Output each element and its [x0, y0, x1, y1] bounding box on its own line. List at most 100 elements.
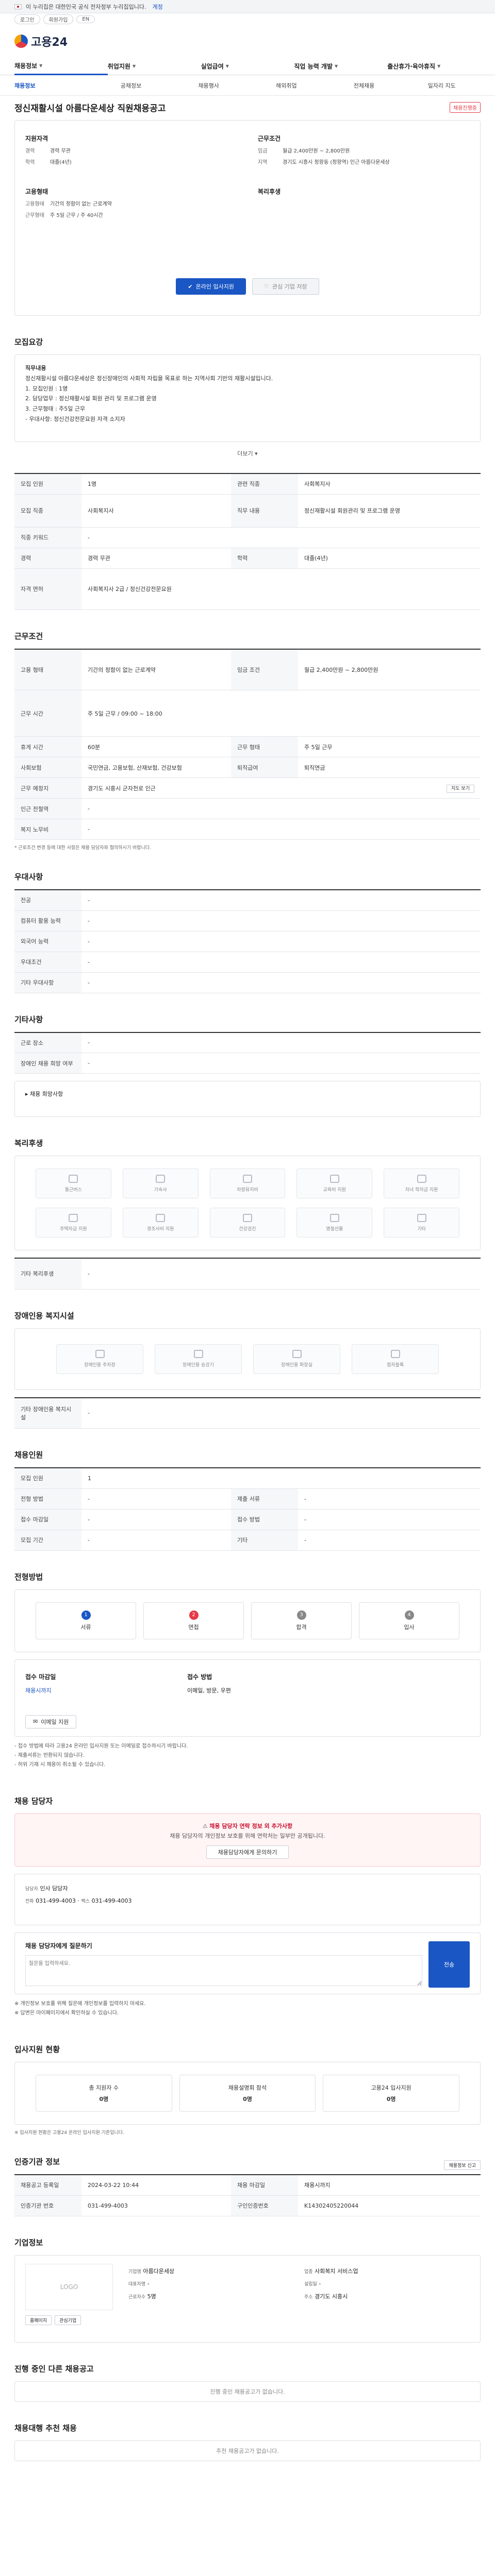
table-row: 인증기관 번호 031-499-4003 구인인증번호 K14302405220044 — [14, 2195, 481, 2216]
table-value: 주 5일 근무 / 09:00 ~ 18:00 — [81, 690, 481, 737]
summary-key: 학력 — [25, 160, 35, 165]
table-value: 경력 무관 — [81, 548, 231, 569]
site-logo[interactable]: 고용24 — [14, 33, 68, 49]
gnb-item-training[interactable]: 직업 능력 개발 ▼ — [294, 58, 387, 75]
button-label: 채용담당자에게 문의하기 — [218, 1849, 277, 1856]
summary-key: 경력 — [25, 148, 35, 154]
gnb-item-support[interactable]: 취업지원 ▼ — [108, 58, 201, 75]
table-value: - — [81, 527, 481, 548]
table-key: 인근 전철역 — [14, 798, 81, 819]
save-interest-button[interactable]: ♡ 관심 기업 저장 — [252, 278, 319, 295]
steps-section: 전형방법 1 서류 2 면접 3 합격 4 입사 접수 마감일 채용시까지 ✉ 이메일 지… — [0, 1571, 495, 1775]
welfare-item: 기타 — [384, 1208, 459, 1238]
parking-icon — [95, 1350, 105, 1358]
stat-item: 채용설명회 참석 0명 — [179, 2075, 316, 2112]
disability-item: 장애인용 주차장 — [56, 1344, 143, 1374]
gnb-item-jobs[interactable]: 채용정보 ▼ — [14, 58, 108, 75]
section-heading: 근무조건 — [14, 631, 43, 641]
table-row: 외국어 능력 - — [14, 931, 481, 952]
subnav-item[interactable]: 전체채용 — [325, 81, 403, 90]
welfare-label: 차량유지비 — [237, 1187, 258, 1193]
recruit-section: 채용인원 모집 인원 1 전형 방법 - 제출 서류 - 접수 마감일 - 접수 방법 - 모… — [0, 1449, 495, 1551]
gnb-label: 취업지원 — [107, 63, 130, 70]
company-box: LOGO 홈페이지 관심기업 기업명 아름다운세상 업종 사회복지 서비스업 대… — [14, 2255, 481, 2343]
duty-line: 3. 근무형태 : 주5일 근무 — [25, 405, 86, 413]
company-value: 아름다운세상 — [143, 2267, 175, 2275]
table-value: - — [81, 1397, 481, 1429]
stat-value: 0명 — [99, 2096, 109, 2103]
site-header: 고용24 — [0, 25, 495, 58]
table-row: 접수 마감일 - 접수 방법 - — [14, 1509, 481, 1530]
stat-item: 총 지원자 수 0명 — [36, 2075, 172, 2112]
table-value: - — [81, 890, 481, 911]
chevron-down-icon: ▼ — [132, 64, 136, 69]
table-value: 월급 2,400만원 ~ 2,800만원 — [298, 649, 481, 690]
table-key: 휴게 시간 — [14, 736, 81, 757]
heart-icon: ♡ — [263, 283, 269, 290]
table-value: - — [298, 1530, 481, 1551]
contact-inquiry-button[interactable]: 채용담당자에게 문의하기 — [206, 1845, 289, 1859]
logo-mark-icon — [14, 35, 28, 48]
homepage-button[interactable]: 홈페이지 — [25, 2315, 52, 2325]
favorite-company-button[interactable]: 관심기업 — [55, 2315, 81, 2325]
company-value: 사회복지 서비스업 — [315, 2267, 358, 2275]
sub-nav: 채용정보 공채정보 채용행사 해외취업 전체채용 일자리 지도 — [0, 75, 495, 96]
welfare-item: 건강검진 — [209, 1208, 286, 1238]
welfare-other-table: 기타 복리후생 - — [14, 1258, 481, 1290]
table-key: 컴퓨터 활용 능력 — [14, 910, 81, 931]
lang-link[interactable]: EN — [76, 15, 95, 23]
table-value: - — [81, 1488, 231, 1510]
gnb-item-benefit[interactable]: 실업급여 ▼ — [201, 58, 294, 75]
elevator-icon — [193, 1350, 203, 1358]
summary-value: 기간의 정함이 없는 근로계약 — [50, 201, 112, 207]
table-key: 모집 인원 — [14, 473, 81, 495]
question-input[interactable] — [25, 1955, 422, 1987]
etc-table: 근로 장소 - 장애인 채용 희망 여부 - — [14, 1031, 481, 1074]
login-link[interactable]: 로그인 — [14, 14, 40, 24]
gnb-item-leave[interactable]: 출산휴가·육아휴직 ▼ — [387, 58, 481, 75]
join-link[interactable]: 회원가입 — [43, 14, 74, 24]
step-item: 3 합격 — [251, 1602, 352, 1639]
table-value: - — [81, 952, 481, 973]
subnav-item[interactable]: 채용행사 — [170, 81, 248, 90]
email-apply-button[interactable]: ✉ 이메일 지원 — [25, 1715, 77, 1728]
braille-icon — [390, 1350, 400, 1358]
send-button[interactable]: 전송 — [428, 1941, 470, 1988]
welfare-label: 경조사비 지원 — [146, 1226, 174, 1232]
subnav-item[interactable]: 일자리 지도 — [403, 81, 481, 90]
summary-value: 월급 2,400만원 ~ 2,800만원 — [283, 148, 350, 154]
subnav-item[interactable]: 해외취업 — [248, 81, 325, 90]
apply-deadline: 채용시까지 — [25, 1687, 52, 1694]
table-row: 채용공고 등록일 2024-03-22 10:44 채용 마감일 채용시까지 — [14, 2175, 481, 2196]
stat-label: 채용설명회 참석 — [228, 2084, 267, 2092]
section-heading: 채용 담당자 — [14, 1796, 53, 1806]
map-button[interactable]: 지도 보기 — [447, 785, 474, 793]
table-key: 자격 면허 — [14, 568, 81, 610]
stat-label: 고용24 입사지원 — [371, 2084, 411, 2092]
table-key: 접수 방법 — [231, 1509, 298, 1530]
table-row: 모집 인원 1명 관련 직종 사회복지사 — [14, 473, 481, 495]
subnav-item[interactable]: 채용정보 — [14, 81, 92, 90]
step-label: 서류 — [80, 1623, 91, 1631]
section-heading: 기업정보 — [14, 2238, 43, 2247]
table-key: 임금 조건 — [231, 649, 298, 690]
util-bar: 로그인 회원가입 EN — [0, 13, 495, 25]
report-button[interactable]: 채용정보 신고 — [444, 2160, 481, 2171]
welfare-item: 명절선물 — [296, 1208, 373, 1238]
subnav-item[interactable]: 공채정보 — [92, 81, 170, 90]
stats-box: 총 지원자 수 0명 채용설명회 참석 0명 고용24 입사지원 0명 — [14, 2062, 481, 2125]
recommend-section: 채용대행 추천 채용 추천 채용공고가 없습니다. — [0, 2422, 495, 2461]
apply-online-button[interactable]: ✔ 온라인 입사지원 — [176, 278, 246, 295]
contact-fax: 031-499-4003 — [91, 1897, 132, 1905]
section-heading: 진행 중인 다른 채용공고 — [14, 2364, 94, 2374]
table-value: - — [81, 931, 481, 952]
gov-banner-toggle[interactable]: 계정 — [153, 3, 163, 11]
gnb-label: 출산휴가·육아휴직 — [387, 63, 436, 70]
table-value: 60분 — [81, 736, 231, 757]
welfare-label: 건강검진 — [239, 1226, 256, 1232]
welfare-item: 통근버스 — [36, 1168, 111, 1198]
more-button[interactable]: 더보기 ▾ — [14, 449, 481, 457]
work-table: 고용 형태 기간의 정함이 없는 근로계약 임금 조건 월급 2,400만원 ~ 2,… — [14, 648, 481, 840]
table-row: 인근 전철역 - — [14, 798, 481, 819]
disability-item: 점자블록 — [352, 1344, 439, 1374]
